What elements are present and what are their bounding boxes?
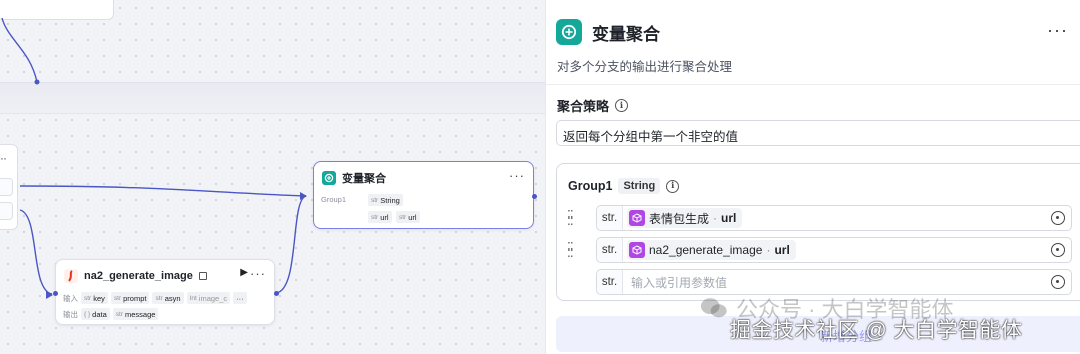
aggregate-icon bbox=[556, 19, 582, 45]
aggregate-icon bbox=[322, 171, 336, 185]
gen-inputs-more-icon[interactable]: ··· bbox=[233, 292, 247, 304]
strategy-section: 聚合策略 i bbox=[557, 96, 629, 115]
edge-arrow bbox=[300, 192, 307, 200]
gen-input-label: 输入 bbox=[63, 293, 78, 303]
group-type-badge: String bbox=[618, 178, 661, 194]
agg-var-tag: str url bbox=[396, 211, 420, 223]
gen-input-tag: str key bbox=[81, 292, 108, 304]
edge-arrow bbox=[46, 291, 53, 299]
edge-top bbox=[1, 17, 38, 83]
tool-icon bbox=[198, 272, 207, 280]
cube-icon bbox=[629, 242, 645, 258]
agg-group-label: Group1 bbox=[321, 195, 347, 204]
variable-ref-field[interactable]: str. 表情包生成 · url bbox=[596, 205, 1072, 231]
panel-more-icon[interactable]: ··· bbox=[1047, 20, 1068, 41]
agg-node-more-icon[interactable]: ··· bbox=[509, 168, 525, 183]
panel-description[interactable]: 对多个分支的输出进行聚合处理 bbox=[557, 56, 732, 75]
gen-output-handle[interactable] bbox=[274, 291, 279, 296]
group-variable-row: ⁚⁚ ⁚⁚ str. na2_generate_image · url bbox=[567, 237, 1072, 263]
wechat-icon bbox=[700, 298, 727, 318]
group-card: Group1 String i ⁚⁚ ⁚⁚ str. 表情包生成 · url ⁚⁚ ⁚⁚… bbox=[556, 163, 1080, 301]
variable-ref-chip[interactable]: 表情包生成 · url bbox=[627, 208, 743, 228]
gen-input-handle[interactable] bbox=[53, 291, 58, 296]
gen-node-title: na2_generate_image bbox=[84, 270, 193, 282]
panel-title[interactable]: 变量聚合 bbox=[592, 20, 660, 45]
group-name[interactable]: Group1 bbox=[568, 179, 612, 193]
variable-input-placeholder: 输入或引用参数值 bbox=[631, 275, 728, 290]
edge-gen-to-agg bbox=[275, 195, 307, 294]
agg-node-title: 变量聚合 bbox=[342, 173, 386, 185]
strategy-label: 聚合策略 bbox=[557, 99, 610, 114]
agg-output-handle[interactable] bbox=[532, 194, 537, 199]
gen-output-tag: str message bbox=[112, 308, 159, 320]
run-icon[interactable]: ▶ bbox=[240, 267, 248, 278]
edge-branch-to-gen bbox=[19, 209, 53, 295]
edge-branch-to-agg bbox=[19, 185, 307, 197]
agg-type-tag: str String bbox=[368, 194, 403, 206]
drag-handle-icon[interactable]: ⁚⁚ ⁚⁚ bbox=[567, 209, 581, 227]
type-prefix: str. bbox=[597, 270, 623, 294]
reference-target-icon[interactable] bbox=[1051, 211, 1065, 225]
agg-var-tag: str url bbox=[368, 211, 392, 223]
agg-node[interactable]: 变量聚合 ··· Group1 str String str url str url bbox=[313, 161, 537, 229]
gen-input-tag: str prompt bbox=[110, 292, 150, 304]
reference-target-icon[interactable] bbox=[1051, 243, 1065, 257]
type-prefix: str. bbox=[597, 238, 623, 262]
variable-ref-field[interactable]: str. na2_generate_image · url bbox=[596, 237, 1072, 263]
cube-icon bbox=[629, 210, 645, 226]
watermark-line-2: 掘金技术社区 @ 大白学智能体 bbox=[730, 319, 1023, 342]
gen-output-label: 输出 bbox=[63, 309, 78, 319]
group-variable-row: ⁚⁚ ⁚⁚ str. 表情包生成 · url bbox=[567, 205, 1072, 231]
reference-target-icon[interactable] bbox=[1051, 275, 1065, 289]
gen-node-more-icon[interactable]: ··· bbox=[250, 266, 266, 281]
strategy-select[interactable]: 返回每个分组中第一个非空的值 bbox=[556, 120, 1080, 146]
variable-ref-chip[interactable]: na2_generate_image · url bbox=[627, 240, 796, 260]
edge-handle bbox=[34, 79, 40, 85]
generate-image-node[interactable]: na2_generate_image ▶ ··· 输入 str key str pr… bbox=[53, 259, 279, 325]
plugin-icon bbox=[64, 269, 78, 283]
drag-handle-icon[interactable]: ⁚⁚ ⁚⁚ bbox=[567, 241, 581, 259]
info-icon[interactable]: i bbox=[615, 99, 629, 112]
gen-input-tag: Int image_c bbox=[186, 292, 231, 304]
gen-input-tag: str asyn bbox=[152, 292, 184, 304]
gen-output-tag: { } data bbox=[81, 308, 110, 320]
panel-divider bbox=[546, 84, 1080, 85]
workflow-canvas[interactable]: ··· 变量聚合 ··· Group1 strString strurl str… bbox=[0, 0, 545, 354]
info-icon[interactable]: i bbox=[666, 179, 680, 193]
type-prefix: str. bbox=[597, 206, 623, 230]
